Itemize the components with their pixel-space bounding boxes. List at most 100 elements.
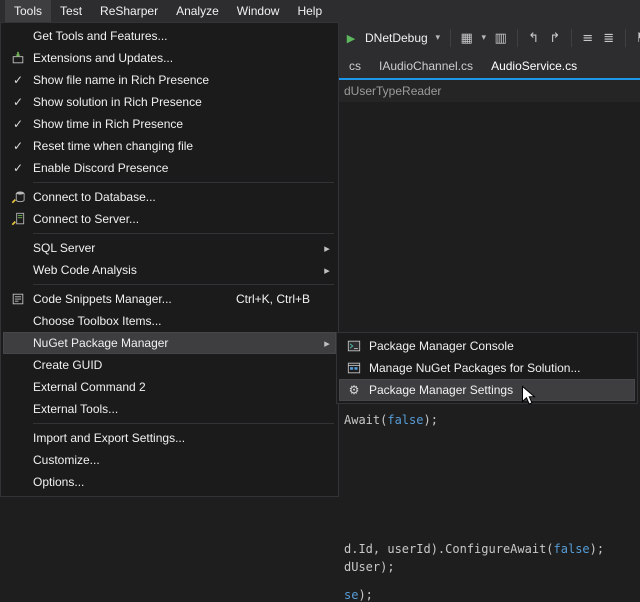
menu-item-label: Show solution in Rich Presence xyxy=(33,95,336,109)
tab-iaudiochannel[interactable]: IAudioChannel.cs xyxy=(370,54,482,78)
toolbar-separator xyxy=(450,29,451,47)
check-icon: ✓ xyxy=(3,161,33,175)
type-dropdown[interactable]: dUserTypeReader xyxy=(344,80,441,102)
menu-item-label: NuGet Package Manager xyxy=(33,336,318,350)
menu-item-label: Connect to Database... xyxy=(33,190,336,204)
tools-dropdown-menu: Get Tools and Features... Extensions and… xyxy=(0,22,339,497)
menu-item-label: Get Tools and Features... xyxy=(33,29,336,43)
code-token: false xyxy=(387,413,423,427)
menu-item-label: External Tools... xyxy=(33,402,336,416)
menu-item-label: Import and Export Settings... xyxy=(33,431,336,445)
bookmark-icon[interactable]: ⚑ xyxy=(633,32,640,45)
menu-item-label: Manage NuGet Packages for Solution... xyxy=(369,361,635,375)
menu-item-create-guid[interactable]: Create GUID xyxy=(3,354,336,376)
menu-item-label: Enable Discord Presence xyxy=(33,161,336,175)
menu-item-label: Choose Toolbox Items... xyxy=(33,314,336,328)
increase-indent-icon[interactable]: ≣ xyxy=(600,32,618,45)
menu-tools[interactable]: Tools xyxy=(5,0,51,22)
navigate-backward-icon[interactable]: ↰ xyxy=(525,32,543,45)
menu-item-label: Customize... xyxy=(33,453,336,467)
menu-item-label: Show time in Rich Presence xyxy=(33,117,336,131)
database-connect-icon xyxy=(3,190,33,204)
menu-resharper[interactable]: ReSharper xyxy=(91,0,167,22)
code-token: d.Id, userId).ConfigureAwait( xyxy=(344,542,554,556)
menu-item-label: External Command 2 xyxy=(33,380,336,394)
tab-document-partial[interactable]: cs xyxy=(340,54,370,78)
menu-test[interactable]: Test xyxy=(51,0,91,22)
menu-item-label: Package Manager Settings xyxy=(369,383,635,397)
toolbar-separator xyxy=(625,29,626,47)
menu-item-connect-to-server[interactable]: Connect to Server... xyxy=(3,208,336,230)
menu-item-web-code-analysis[interactable]: Web Code Analysis ▸ xyxy=(3,259,336,281)
menu-item-choose-toolbox-items[interactable]: Choose Toolbox Items... xyxy=(3,310,336,332)
menu-analyze[interactable]: Analyze xyxy=(167,0,228,22)
code-token: Await( xyxy=(344,413,387,427)
submenu-item-package-manager-settings[interactable]: ⚙ Package Manager Settings xyxy=(339,379,635,401)
menu-item-label: Show file name in Rich Presence xyxy=(33,73,336,87)
submenu-arrow-icon: ▸ xyxy=(318,264,336,277)
chevron-down-icon[interactable]: ▾ xyxy=(479,34,489,43)
diagnostics-icon[interactable]: ▦ xyxy=(458,32,476,45)
menu-item-label: Package Manager Console xyxy=(369,339,635,353)
menu-item-code-snippets-manager[interactable]: Code Snippets Manager... Ctrl+K, Ctrl+B xyxy=(3,288,336,310)
menu-item-label: Options... xyxy=(33,475,336,489)
window-icon[interactable]: ▥ xyxy=(492,32,510,45)
menu-item-shortcut: Ctrl+K, Ctrl+B xyxy=(236,292,310,306)
menu-item-show-time-rich-presence[interactable]: ✓ Show time in Rich Presence xyxy=(3,113,336,135)
tab-audioservice[interactable]: AudioService.cs xyxy=(482,54,586,78)
decrease-indent-icon[interactable]: ≡ xyxy=(579,32,597,45)
check-icon: ✓ xyxy=(3,73,33,87)
code-token: ); xyxy=(423,413,437,427)
code-token: false xyxy=(554,542,590,556)
check-icon: ✓ xyxy=(3,117,33,131)
menu-separator xyxy=(33,423,334,424)
start-debug-icon[interactable]: ▶ xyxy=(342,33,360,44)
code-token: ); xyxy=(590,542,604,556)
nuget-submenu: Package Manager Console Manage NuGet Pac… xyxy=(336,332,638,404)
menu-item-label: Connect to Server... xyxy=(33,212,336,226)
code-line: se); xyxy=(344,588,373,602)
submenu-item-manage-nuget-packages[interactable]: Manage NuGet Packages for Solution... xyxy=(339,357,635,379)
menu-item-connect-to-database[interactable]: Connect to Database... xyxy=(3,186,336,208)
menu-item-label: Code Snippets Manager... xyxy=(33,292,236,306)
toolbar-visible-group: ▶ DNetDebug ▾ ▦ ▾ ▥ ↰ ↱ ≡ ≣ ⚑ ≡ ▾ xyxy=(342,22,640,54)
navigate-forward-icon[interactable]: ↱ xyxy=(546,32,564,45)
menu-item-label: Extensions and Updates... xyxy=(33,51,336,65)
menu-item-external-tools[interactable]: External Tools... xyxy=(3,398,336,420)
menu-item-show-solution-rich-presence[interactable]: ✓ Show solution in Rich Presence xyxy=(3,91,336,113)
menu-item-external-command-2[interactable]: External Command 2 xyxy=(3,376,336,398)
menu-item-options[interactable]: Options... xyxy=(3,471,336,493)
manage-packages-icon xyxy=(339,361,369,375)
menu-item-label: SQL Server xyxy=(33,241,318,255)
menu-help[interactable]: Help xyxy=(288,0,331,22)
menu-item-customize[interactable]: Customize... xyxy=(3,449,336,471)
code-line: dUser); xyxy=(344,560,395,574)
check-icon: ✓ xyxy=(3,139,33,153)
code-token: dUser); xyxy=(344,560,395,574)
chevron-down-icon[interactable]: ▾ xyxy=(433,34,443,43)
menu-item-sql-server[interactable]: SQL Server ▸ xyxy=(3,237,336,259)
code-line: d.Id, userId).ConfigureAwait(false); xyxy=(344,542,604,556)
menu-item-nuget-package-manager[interactable]: NuGet Package Manager ▸ xyxy=(3,332,336,354)
debug-target-combo[interactable]: DNetDebug xyxy=(363,31,430,45)
code-snippets-icon xyxy=(3,292,33,306)
submenu-item-package-manager-console[interactable]: Package Manager Console xyxy=(339,335,635,357)
menu-item-reset-time-changing-file[interactable]: ✓ Reset time when changing file xyxy=(3,135,336,157)
menu-separator xyxy=(33,284,334,285)
console-icon xyxy=(339,339,369,353)
menu-item-label: Create GUID xyxy=(33,358,336,372)
gear-icon: ⚙ xyxy=(339,383,369,397)
code-line: Await(false); xyxy=(344,413,438,427)
menu-item-enable-discord-presence[interactable]: ✓ Enable Discord Presence xyxy=(3,157,336,179)
menu-item-get-tools-and-features[interactable]: Get Tools and Features... xyxy=(3,25,336,47)
menu-item-extensions-and-updates[interactable]: Extensions and Updates... xyxy=(3,47,336,69)
menu-separator xyxy=(33,182,334,183)
code-token: ); xyxy=(358,588,372,602)
code-token: se xyxy=(344,588,358,602)
submenu-arrow-icon: ▸ xyxy=(318,337,336,350)
submenu-arrow-icon: ▸ xyxy=(318,242,336,255)
menu-item-show-file-name-rich-presence[interactable]: ✓ Show file name in Rich Presence xyxy=(3,69,336,91)
menu-item-label: Web Code Analysis xyxy=(33,263,318,277)
menu-window[interactable]: Window xyxy=(228,0,289,22)
menu-item-import-export-settings[interactable]: Import and Export Settings... xyxy=(3,427,336,449)
